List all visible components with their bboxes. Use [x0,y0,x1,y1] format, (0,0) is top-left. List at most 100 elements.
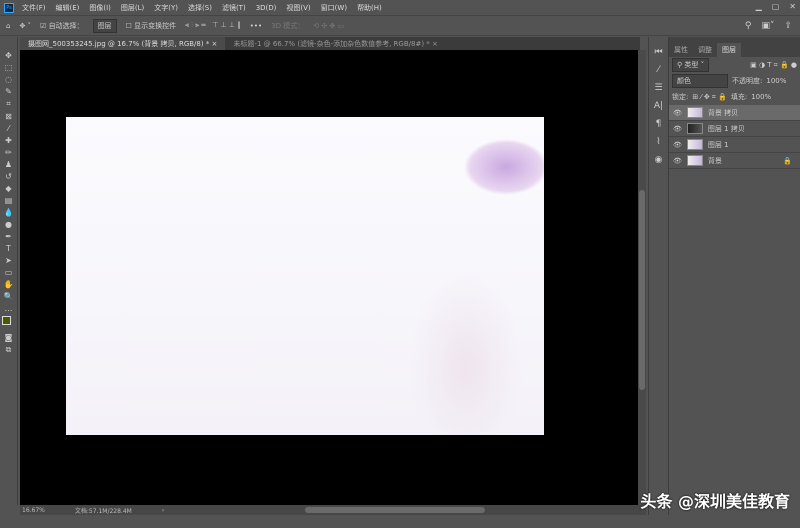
visibility-eye-icon[interactable]: 👁 [673,141,682,149]
hand-tool-icon[interactable]: ✋ [4,280,14,289]
layer-name[interactable]: 图层 1 [708,140,729,150]
layer-thumbnail [687,139,703,150]
zoom-level[interactable]: 16.67% [22,507,45,514]
maximize-icon[interactable]: ▢ [772,2,780,11]
status-arrow-icon[interactable]: › [162,507,164,514]
gradient-tool-icon[interactable]: ▤ [5,196,13,205]
lock-icons[interactable]: ⊞ ⁄ ✥ ⌗ 🔒 [692,93,726,102]
frame-tool-icon[interactable]: ⊠ [5,112,12,121]
quick-select-icon[interactable]: ✎ [5,87,12,96]
move-tool-icon[interactable]: ✥ [5,51,12,60]
fill-input[interactable]: 100% [751,93,771,101]
history-icon[interactable]: ⏮ [654,47,662,57]
crop-tool-icon[interactable]: ⌗ [6,99,11,109]
menu-image[interactable]: 图像(I) [89,3,111,13]
doc-size: 文档:57.1M/228.4M [75,506,132,515]
tab-adjustments[interactable]: 调整 [693,43,717,57]
channels-icon[interactable]: ◉ [655,155,663,165]
horizontal-scrollbar[interactable] [305,507,485,513]
filter-icons[interactable]: ▣ ◑ T ⌗ 🔒 ● [750,61,797,70]
close-icon[interactable]: ✕ [789,2,796,11]
search-icon[interactable]: ⚲ [745,21,752,31]
menu-window[interactable]: 窗口(W) [321,3,347,13]
layer-row[interactable]: 👁背景🔒 [669,153,800,169]
lock-label: 锁定: [672,92,688,102]
paths-icon[interactable]: ⌇ [656,137,660,147]
menu-layer[interactable]: 图层(L) [121,3,144,13]
adjust-icon[interactable]: ☰ [654,83,662,93]
home-icon[interactable]: ⌂ [6,22,10,30]
options-bar: ⌂ ✥ ˅ ☑ 自动选择： 图层 ☐ 显示变换控件 ⫷ ⫶ ⫸ ═ ⊤ ⊥ ⊥ … [0,15,800,36]
shape-tool-icon[interactable]: ▭ [5,268,13,277]
foreground-color[interactable] [2,316,11,325]
vertical-scrollbar[interactable] [638,50,646,505]
layer-name[interactable]: 背景 [708,156,722,166]
stamp-tool-icon[interactable]: ♟ [5,160,12,169]
opacity-input[interactable]: 100% [766,77,786,85]
auto-select-label: 自动选择： [49,22,84,30]
path-select-icon[interactable]: ➤ [5,256,12,265]
layer-name[interactable]: 背景 拷贝 [708,108,738,118]
eraser-icon[interactable]: ◆ [5,184,11,193]
3d-tools-icons[interactable]: ⟲ ✣ ✥ ▭ [313,22,344,30]
filter-dropdown[interactable]: ⚲ 类型 ˅ [672,58,709,72]
eyedropper-icon[interactable]: ⁄ [8,124,9,133]
menu-select[interactable]: 选择(S) [188,3,212,13]
quick-mask-icon[interactable]: ◙ [5,333,13,342]
paragraph-icon[interactable]: ¶ [656,119,662,129]
layer-row[interactable]: 👁 图层 1 拷贝 [669,121,800,137]
tab-document-2[interactable]: 未标题-1 @ 66.7% (滤镜-杂色-添加杂色数值参考, RGB/8#) *… [225,37,445,50]
visibility-eye-icon[interactable]: 👁 [673,157,682,165]
visibility-eye-icon[interactable]: 👁 [673,109,682,117]
align-icons[interactable]: ⫷ ⫶ ⫸ ═ ⊤ ⊥ ⊥ ‖ [185,21,241,30]
layer-row[interactable]: 👁 背景 拷贝 [669,105,800,121]
tab-layers[interactable]: 图层 [717,43,741,57]
tab-document-1[interactable]: 摄图网_500353245.jpg @ 16.7% (背景 拷贝, RGB/8)… [20,37,225,50]
menu-3d[interactable]: 3D(D) [256,4,277,12]
more-button[interactable]: ••• [250,22,262,30]
marquee-tool-icon[interactable]: ⬚ [5,63,13,72]
menu-type[interactable]: 文字(Y) [154,3,178,13]
screen-mode-icon[interactable]: ⧉ [6,345,12,355]
auto-select-checkbox[interactable]: ☑ 自动选择： [40,21,84,31]
more-tools-icon[interactable]: … [5,304,13,313]
layer-name[interactable]: 图层 1 拷贝 [708,124,745,134]
show-transform-checkbox[interactable]: ☐ 显示变换控件 [126,21,177,31]
character-icon[interactable]: A| [654,101,663,111]
watermark: 头条 @深圳美佳教育 [640,488,790,512]
menu-file[interactable]: 文件(F) [22,3,46,13]
panel-icon-strip: ⏮ ⁄ ☰ A| ¶ ⌇ ◉ [648,37,668,515]
brush-tool-icon[interactable]: ✏ [5,148,12,157]
blend-mode-dropdown[interactable]: 颜色 [672,74,728,88]
pen-tool-icon[interactable]: ✒ [5,232,12,241]
tab-properties[interactable]: 属性 [669,43,693,57]
type-tool-icon[interactable]: T [6,244,11,253]
healing-brush-icon[interactable]: ✚ [5,136,12,145]
blur-tool-icon[interactable]: 💧 [4,208,14,217]
scroll-thumb[interactable] [639,190,645,390]
auto-select-dropdown[interactable]: 图层 [93,19,117,33]
layer-thumbnail [687,123,703,134]
window-controls: ▁ ▢ ✕ [756,2,796,11]
menu-view[interactable]: 视图(V) [286,3,310,13]
menu-help[interactable]: 帮助(H) [357,3,382,13]
document-tabs: 摄图网_500353245.jpg @ 16.7% (背景 拷贝, RGB/8)… [20,37,640,50]
share-icon[interactable]: ⇪ [784,21,792,31]
dodge-tool-icon[interactable]: ● [5,220,12,229]
panel-tabs: 属性 调整 图层 [669,37,800,57]
visibility-eye-icon[interactable]: 👁 [673,125,682,133]
workspace-icon[interactable]: ▣˅ [761,21,774,31]
color-swatches[interactable] [2,316,16,330]
menu-filter[interactable]: 滤镜(T) [222,3,246,13]
menu-edit[interactable]: 编辑(E) [56,3,80,13]
minimize-icon[interactable]: ▁ [756,2,762,11]
layer-row[interactable]: 👁 图层 1 [669,137,800,153]
move-tool-icon[interactable]: ✥ ˅ [19,22,31,30]
brush-settings-icon[interactable]: ⁄ [658,65,660,75]
fill-label: 填充: [731,92,747,102]
canvas-image[interactable] [66,117,544,435]
menu-bar: Ps 文件(F) 编辑(E) 图像(I) 图层(L) 文字(Y) 选择(S) 滤… [0,0,800,15]
zoom-tool-icon[interactable]: 🔍 [4,292,14,301]
history-brush-icon[interactable]: ↺ [5,172,12,181]
lasso-tool-icon[interactable]: ◌ [5,75,12,84]
